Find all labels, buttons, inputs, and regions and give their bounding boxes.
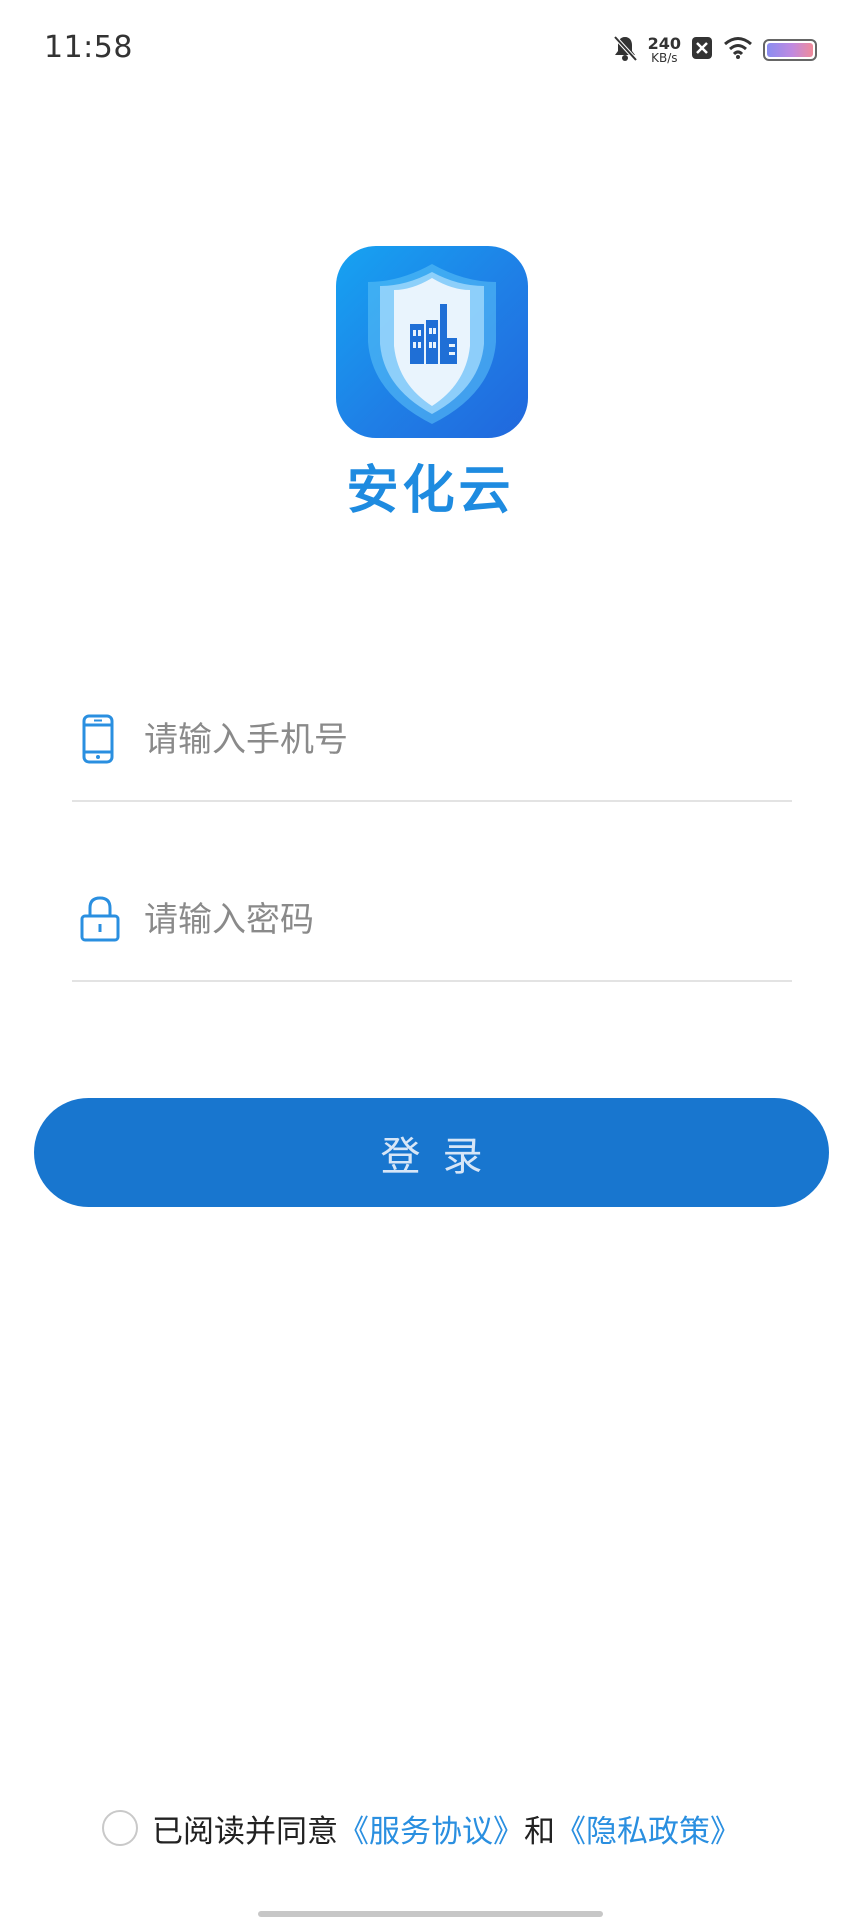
network-speed: 240 KB/s	[647, 34, 681, 65]
password-input[interactable]	[144, 890, 764, 950]
login-page: 11:58 240 KB/s 安化云 请输入手机号 登录 已阅读并同意 《服务协…	[0, 0, 861, 1920]
blocked-icon	[691, 36, 713, 64]
bell-muted-icon	[612, 34, 638, 66]
status-bar: 11:58 240 KB/s	[0, 0, 861, 100]
app-name: 安化云	[346, 461, 515, 521]
phone-field	[72, 692, 792, 802]
agreement-checkbox[interactable]	[102, 1810, 138, 1846]
service-agreement-link[interactable]: 《服务协议》	[338, 1806, 524, 1851]
phone-icon	[78, 714, 118, 764]
network-speed-value: 240	[647, 34, 681, 53]
home-indicator[interactable]	[258, 1911, 603, 1917]
phone-input[interactable]	[144, 710, 764, 770]
privacy-policy-link[interactable]: 《隐私政策》	[555, 1806, 741, 1851]
login-button[interactable]: 登录	[34, 1098, 829, 1207]
status-time: 11:58	[44, 30, 133, 65]
network-speed-unit: KB/s	[651, 51, 678, 65]
shield-factory-logo	[368, 264, 496, 424]
password-field	[72, 872, 792, 982]
lock-icon	[78, 894, 120, 944]
app-logo	[336, 246, 528, 438]
battery-icon	[763, 39, 817, 61]
agreement-prefix: 已阅读并同意	[152, 1813, 338, 1850]
agreement-row: 已阅读并同意 《服务协议》 和 《隐私政策》	[102, 1806, 741, 1850]
agreement-connector: 和	[524, 1813, 555, 1850]
wifi-icon	[723, 36, 753, 64]
status-icons: 240 KB/s	[612, 32, 817, 68]
